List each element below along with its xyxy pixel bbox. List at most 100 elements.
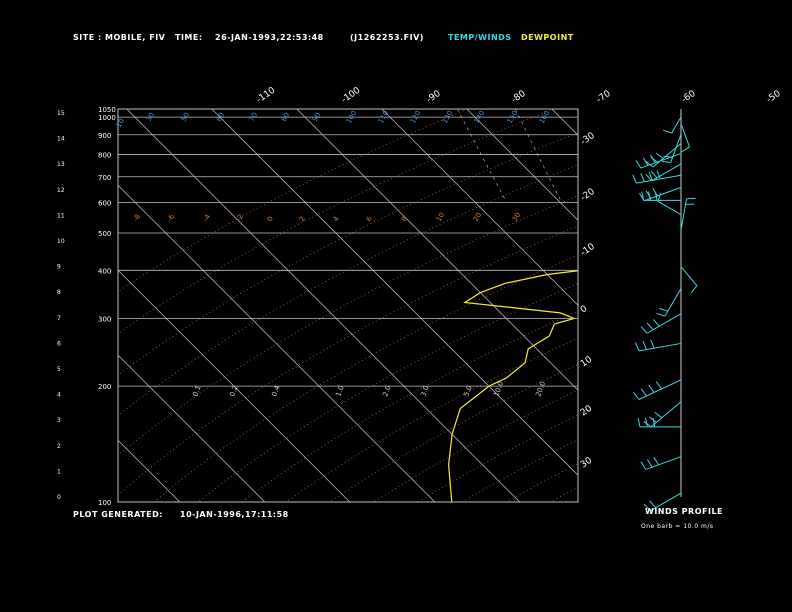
wind-barb-flag (640, 173, 645, 182)
height-tick-label: 8 (57, 289, 61, 296)
wind-barb-flag (653, 456, 659, 466)
height-tick-label: 1 (57, 468, 61, 475)
theta-e-value-label: 6 (365, 215, 374, 223)
wind-barb-flag (647, 459, 653, 468)
wind-barb-flag (655, 381, 663, 390)
wind-barb-flag (656, 312, 666, 317)
wind-barb-flag (642, 157, 649, 166)
mixing-ratio-label: 20.0 (534, 380, 547, 397)
wind-barb-shaft (638, 379, 682, 400)
height-tick-label: 2 (57, 443, 61, 450)
height-tick-label: 7 (57, 315, 61, 322)
wind-barb-flag (633, 391, 640, 400)
isotherm-line (118, 354, 266, 502)
height-tick-label: 11 (57, 212, 65, 219)
right-temp-tick-label: 20 (579, 404, 594, 419)
top-temp-tick-label: -100 (340, 85, 363, 105)
theta-e-value-label: -6 (166, 212, 177, 223)
wind-barb-flag (690, 285, 698, 294)
theta-value-label: 30 (145, 111, 156, 123)
wind-barb-flag (642, 340, 647, 350)
right-temp-tick-label: 30 (579, 456, 594, 471)
pressure-tick-label: 1000 (98, 114, 116, 122)
isotherm-line (637, 109, 792, 502)
dry-adiabat-line (682, 109, 792, 502)
dry-adiabat-line (118, 195, 578, 456)
theta-e-value-label: 2 (298, 215, 307, 223)
moist-adiabat-line (762, 117, 792, 386)
dry-adiabat-line (118, 132, 578, 376)
moist-adiabat-line (710, 117, 747, 386)
right-temp-tick-label: 10 (579, 355, 594, 370)
wind-barb-shaft (680, 123, 690, 148)
isotherm-line (118, 184, 436, 502)
wind-barb-flag (661, 160, 671, 164)
moist-adiabat-line (786, 117, 792, 386)
wind-barb-flag (650, 170, 658, 179)
wind-barb-shaft (680, 266, 698, 286)
dry-adiabat-line (505, 463, 578, 502)
theta-e-value-label: 10 (435, 211, 446, 223)
wind-barb-flag (637, 417, 641, 427)
pressure-tick-label: 600 (98, 200, 111, 208)
wind-barb-flag (646, 322, 654, 331)
dry-adiabat-line (329, 363, 578, 502)
theta-value-label: 80 (280, 111, 291, 123)
theta-value-label: 90 (311, 111, 322, 123)
wind-barb-shaft (645, 456, 682, 470)
dry-adiabat-line (118, 109, 554, 335)
height-tick-label: 0 (57, 494, 61, 501)
wind-barb-flag (635, 160, 642, 169)
height-tick-label: 10 (57, 238, 65, 245)
theta-e-value-label: 0 (266, 215, 275, 223)
theta-e-value-label: -2 (235, 213, 245, 223)
mixing-ratio-line (739, 109, 773, 203)
wind-barb-flag (640, 326, 648, 334)
dry-adiabat-line (638, 109, 792, 502)
wind-barb-flag (650, 339, 655, 349)
wind-barb-shaft (646, 313, 682, 334)
wind-barb-shaft (664, 288, 682, 317)
pressure-tick-label: 300 (98, 315, 111, 323)
theta-value-label: 70 (248, 111, 259, 123)
moist-adiabat-line (741, 117, 792, 386)
dry-adiabat-line (241, 310, 578, 502)
plot-generated-label: PLOT GENERATED: (73, 510, 163, 519)
height-tick-label: 5 (57, 366, 61, 373)
pressure-tick-label: 200 (98, 383, 111, 391)
wind-barb-flag (648, 384, 655, 393)
right-temp-tick-label: -30 (579, 131, 597, 148)
height-tick-label: 4 (57, 392, 61, 399)
height-tick-label: 13 (57, 161, 65, 168)
wind-barb-flag (654, 411, 663, 419)
right-temp-tick-label: -10 (579, 242, 597, 259)
wind-barb-flag (640, 388, 647, 397)
theta-value-label: 50 (180, 111, 191, 123)
pressure-tick-label: 900 (98, 132, 111, 140)
mixing-ratio-line (457, 109, 508, 203)
pressure-tick-label: 800 (98, 151, 111, 159)
dry-adiabat-line (285, 337, 578, 502)
wind-barb-shaft (657, 200, 682, 216)
moist-adiabat-line (770, 117, 792, 386)
mixing-ratio-label: 10.0 (492, 380, 505, 397)
height-tick-label: 12 (57, 187, 65, 194)
dewpoint-profile-line (447, 270, 578, 502)
theta-e-value-label: 30 (511, 211, 522, 223)
dry-adiabat-line (461, 439, 578, 502)
wind-barb-flag (655, 152, 664, 159)
moist-adiabat-line (778, 117, 792, 386)
wind-barb-shaft (640, 152, 682, 169)
dry-adiabat-line (118, 109, 468, 293)
wind-barb-shaft (680, 198, 688, 231)
isotherm-line (118, 269, 351, 502)
isotherm-line (722, 109, 792, 502)
right-temp-tick-label: 0 (579, 304, 590, 316)
wind-barb-shaft (671, 116, 682, 134)
isotherm-line (126, 109, 521, 502)
isotherm-line (0, 109, 95, 502)
isotherm-line (466, 109, 578, 221)
plot-frame (117, 108, 579, 503)
wind-barb-flag (635, 342, 640, 352)
moist-adiabat-line (727, 117, 782, 386)
